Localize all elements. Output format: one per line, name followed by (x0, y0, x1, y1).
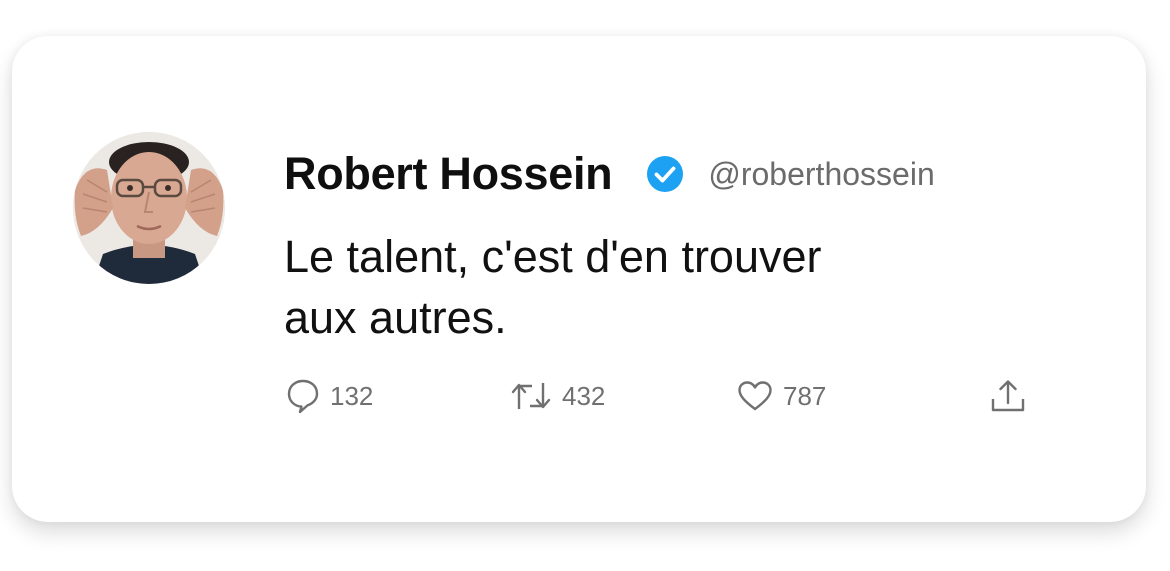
verified-badge-icon (646, 155, 684, 193)
retweet-count: 432 (562, 380, 606, 411)
avatar-photo (73, 132, 225, 284)
like-count: 787 (783, 380, 827, 411)
author-handle[interactable]: @roberthossein (708, 156, 934, 193)
author-name[interactable]: Robert Hossein (284, 148, 613, 200)
retweet-button[interactable]: 432 (510, 374, 605, 418)
like-button[interactable]: 787 (737, 374, 826, 418)
tweet-text: Le talent, c'est d'en trouver aux autres… (284, 226, 984, 348)
share-icon (991, 380, 1025, 412)
tweet-actions: 132 432 787 (12, 374, 1146, 418)
retweet-icon (511, 383, 551, 409)
heart-icon (738, 381, 772, 411)
reply-button[interactable]: 132 (286, 374, 373, 418)
share-button[interactable] (990, 374, 1026, 418)
reply-icon (287, 379, 319, 414)
tweet-card: Robert Hossein @roberthossein Le talent,… (12, 36, 1146, 522)
tweet-text-line: Le talent, c'est d'en trouver (284, 231, 822, 282)
reply-count: 132 (330, 380, 374, 411)
avatar[interactable] (73, 132, 225, 284)
tweet-text-line: aux autres. (284, 292, 507, 343)
author-row: Robert Hossein @roberthossein (284, 146, 935, 202)
